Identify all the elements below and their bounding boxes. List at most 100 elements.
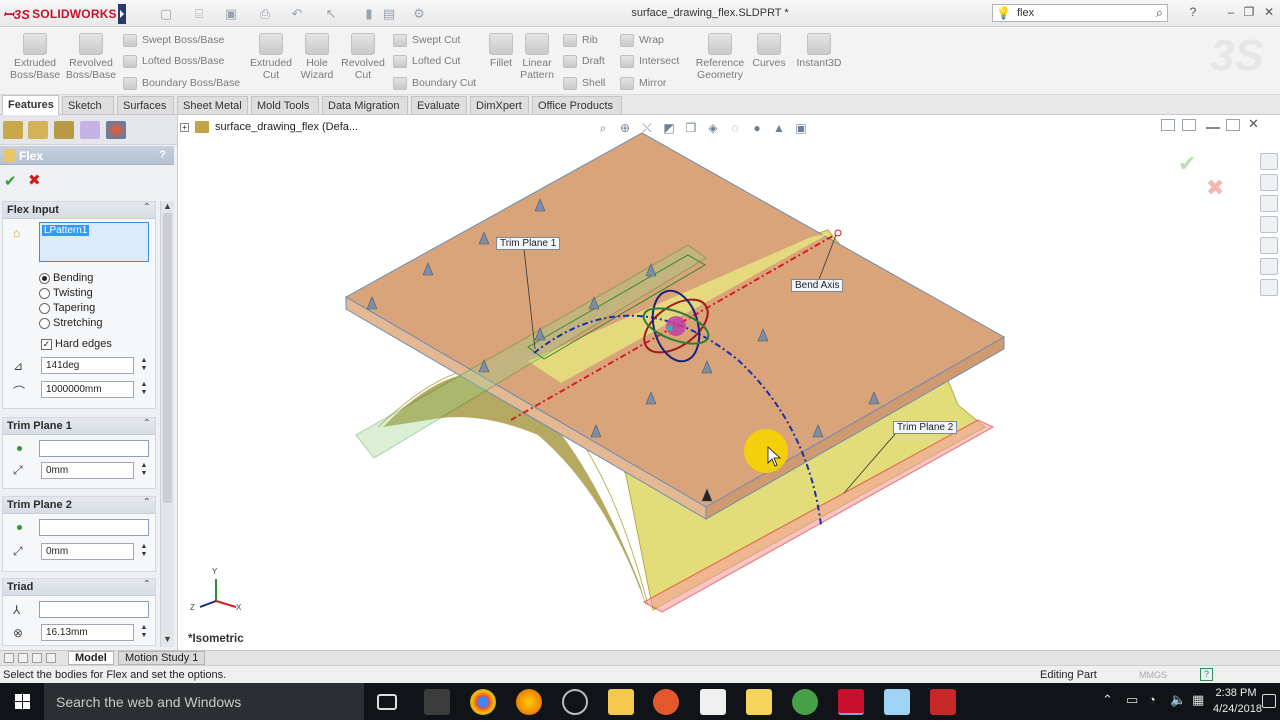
lofted-cut-button[interactable]: Lofted Cut — [393, 52, 460, 70]
unit-system[interactable]: MMGS — [1139, 670, 1167, 680]
radio-tapering[interactable]: Tapering — [39, 302, 95, 314]
tab-evaluate[interactable]: Evaluate — [411, 96, 467, 114]
lofted-boss-base-button[interactable]: Lofted Boss/Base — [123, 52, 224, 70]
last-tab-arrow[interactable] — [46, 653, 56, 663]
trim-plane-1-callout[interactable]: Trim Plane 1 — [496, 237, 561, 250]
tab-office-products[interactable]: Office Products — [532, 96, 622, 114]
wrap-button[interactable]: Wrap — [620, 31, 664, 49]
boundary-cut-button[interactable]: Boundary Cut — [393, 74, 476, 92]
first-tab-arrow[interactable] — [4, 653, 14, 663]
radius-field[interactable]: 1000000mm — [41, 381, 134, 398]
print-icon[interactable]: ⎙ — [256, 5, 274, 23]
windows-start-icon[interactable] — [0, 683, 44, 720]
open-document-icon[interactable]: ⌸ — [190, 5, 208, 23]
cancel-x-icon[interactable]: ✖ — [28, 171, 41, 189]
select-icon[interactable]: ↖ — [322, 5, 340, 23]
search-input[interactable]: flex — [1017, 7, 1034, 19]
prev-tab-arrow[interactable] — [18, 653, 28, 663]
firefox-icon[interactable] — [516, 689, 542, 715]
collapse-icon[interactable]: ⌃ — [143, 497, 151, 508]
solidworks-taskbar-icon[interactable] — [838, 689, 864, 715]
swept-cut-button[interactable]: Swept Cut — [393, 31, 460, 49]
boundary-boss-base-button[interactable]: Boundary Boss/Base — [123, 74, 240, 92]
taskbar-search[interactable]: Search the web and Windows — [44, 683, 364, 720]
new-document-icon[interactable]: ▢ — [157, 5, 175, 23]
help-icon[interactable]: ? — [1184, 5, 1202, 21]
extruded-cut-button[interactable]: Extruded Cut — [247, 33, 295, 81]
angle-spinner[interactable]: ▲ ▼ — [139, 357, 149, 374]
tab-data-migration[interactable]: Data Migration — [322, 96, 408, 114]
shell-button[interactable]: Shell — [563, 74, 605, 92]
triad-reference[interactable] — [39, 601, 149, 618]
tab-sketch[interactable]: Sketch — [62, 96, 114, 114]
draft-button[interactable]: Draft — [563, 52, 605, 70]
restore-button[interactable]: ❐ — [1240, 5, 1258, 21]
intersect-button[interactable]: Intersect — [620, 52, 679, 70]
linear-pattern-button[interactable]: Linear Pattern — [518, 33, 556, 81]
quick-tips-icon[interactable]: ? — [1200, 668, 1213, 681]
solidworks-logo[interactable]: ꟷ3S SOLIDWORKS — [3, 3, 125, 25]
notepad-icon[interactable] — [700, 689, 726, 715]
file-explorer-icon[interactable] — [608, 689, 634, 715]
triad-spinner[interactable]: ▲ ▼ — [139, 624, 149, 641]
file-properties-icon[interactable]: ▤ — [380, 5, 398, 23]
tab-model[interactable]: Model — [68, 651, 114, 665]
trim-plane-2-offset[interactable]: 0mm — [41, 543, 134, 560]
extruded-boss-base-button[interactable]: Extruded Boss/Base — [10, 33, 60, 81]
undo-icon[interactable]: ↶ — [288, 5, 306, 23]
revolved-boss-base-button[interactable]: Revolved Boss/Base — [65, 33, 117, 81]
instant3d-button[interactable]: Instant3D — [795, 33, 843, 69]
trim-plane-1-spinner[interactable]: ▲ ▼ — [139, 462, 149, 479]
action-center-icon[interactable] — [1262, 694, 1276, 708]
radius-spinner[interactable]: ▲ ▼ — [139, 381, 149, 398]
trim-plane-2-spinner[interactable]: ▲ ▼ — [139, 543, 149, 560]
model-graphics[interactable] — [178, 115, 1280, 650]
utorrent-icon[interactable] — [792, 689, 818, 715]
web-icon[interactable] — [562, 689, 588, 715]
feature-manager-icon[interactable] — [3, 121, 23, 139]
flex-bodies-selection[interactable]: LPattern1 — [39, 222, 149, 262]
trim-plane-1-offset[interactable]: 0mm — [41, 462, 134, 479]
wifi-icon[interactable]: ◔ — [1148, 692, 1156, 707]
revolved-cut-button[interactable]: Revolved Cut — [339, 33, 387, 81]
tab-sheet-metal[interactable]: Sheet Metal — [177, 96, 248, 114]
task-view-icon[interactable] — [377, 694, 397, 710]
network-icon[interactable]: ▭ — [1126, 692, 1138, 708]
property-manager-icon[interactable] — [28, 121, 48, 139]
ok-checkmark-icon[interactable]: ✔ — [4, 172, 17, 190]
next-tab-arrow[interactable] — [32, 653, 42, 663]
search-icon[interactable]: ⌕ — [1156, 5, 1163, 21]
recorder-icon[interactable] — [930, 689, 956, 715]
app-icon[interactable] — [884, 689, 910, 715]
fillet-button[interactable]: Fillet — [486, 33, 516, 69]
tab-dimxpert[interactable]: DimXpert — [470, 96, 529, 114]
taskbar-clock[interactable]: 2:38 PM 4/24/2018 — [1213, 685, 1262, 717]
volume-icon[interactable]: 🔈 — [1170, 692, 1186, 708]
folder-icon[interactable] — [746, 689, 772, 715]
store-icon[interactable] — [424, 689, 450, 715]
radio-bending[interactable]: Bending — [39, 272, 93, 284]
chrome-icon[interactable] — [470, 689, 496, 715]
graphics-area[interactable]: + surface_drawing_flex (Defa... ⌕ ⊕ ⤬ ◩ … — [178, 115, 1280, 650]
options-icon[interactable]: ⚙ — [410, 5, 428, 23]
radio-twisting[interactable]: Twisting — [39, 287, 93, 299]
mirror-button[interactable]: Mirror — [620, 74, 666, 92]
collapse-icon[interactable]: ⌃ — [143, 202, 151, 213]
reference-geometry-button[interactable]: Reference Geometry — [693, 33, 747, 81]
search-box[interactable]: 💡 flex ⌕ — [992, 4, 1168, 22]
rebuild-icon[interactable]: ▮ — [360, 5, 378, 23]
rib-button[interactable]: Rib — [563, 31, 598, 49]
radio-stretching[interactable]: Stretching — [39, 317, 103, 329]
bend-axis-callout[interactable]: Bend Axis — [791, 279, 844, 292]
collapse-icon[interactable]: ⌃ — [143, 418, 151, 429]
angle-field[interactable]: 141deg — [41, 357, 134, 374]
triad-distance-field[interactable]: 16.13mm — [41, 624, 134, 641]
pm-scrollbar[interactable]: ▲ ▼ — [160, 201, 174, 647]
curves-button[interactable]: Curves — [750, 33, 788, 69]
tab-features[interactable]: Features — [2, 95, 59, 115]
swept-boss-base-button[interactable]: Swept Boss/Base — [123, 31, 224, 49]
tab-mold-tools[interactable]: Mold Tools — [251, 96, 319, 114]
dimxpert-manager-icon[interactable] — [80, 121, 100, 139]
hard-edges-checkbox[interactable]: ✓ Hard edges — [41, 338, 112, 350]
tab-motion-study-1[interactable]: Motion Study 1 — [118, 651, 206, 665]
